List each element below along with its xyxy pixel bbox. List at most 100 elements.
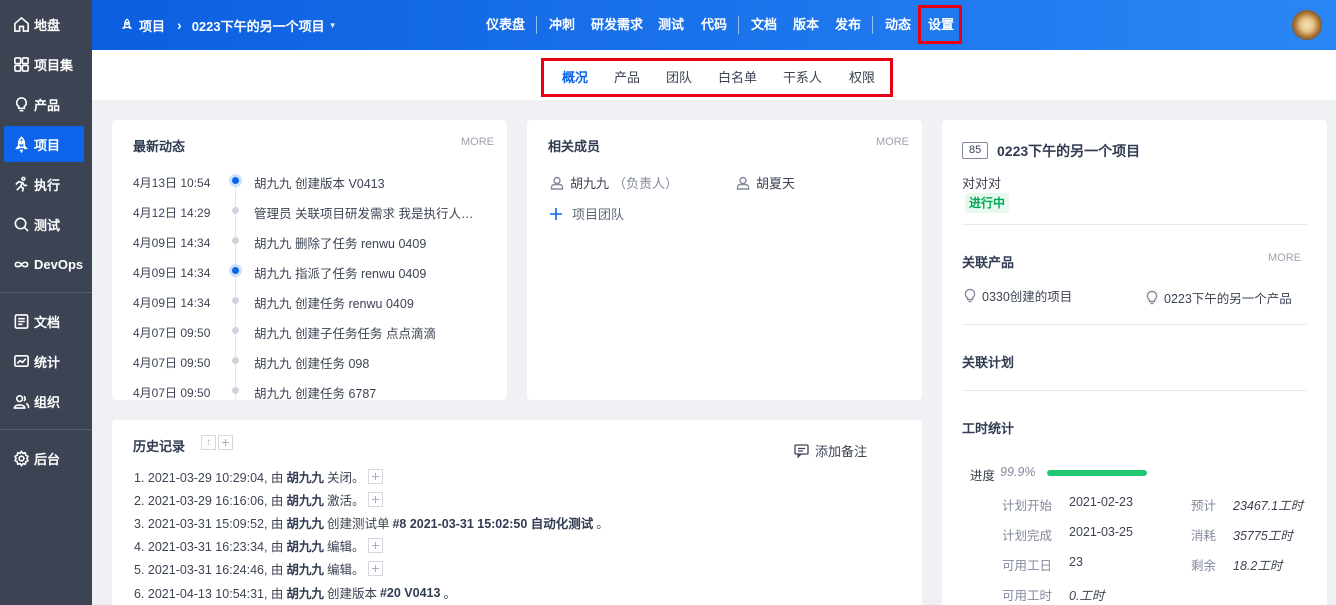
nav-test[interactable]: 测试 [658,14,684,36]
sidebar-item-admin[interactable]: 后台 [4,440,84,476]
timeline-dot [229,174,242,187]
sidebar-item-label: 项目集 [34,57,74,73]
workhours-label: 可用工时 [1002,589,1053,603]
sidebar-item-test[interactable]: 测试 [4,206,84,242]
member-name: 胡夏天 [756,176,796,191]
subnav-highlight-box [541,58,893,97]
expand-entry-icon[interactable] [368,492,384,507]
run-icon [12,175,30,193]
project-team-link[interactable]: 项目团队 [548,204,624,223]
member-name: 胡九九 [570,176,610,191]
members-more-link[interactable]: MORE [876,136,909,148]
activity-text[interactable]: 胡九九 指派了任务 renwu 0409 [254,263,479,282]
nav-doc[interactable]: 文档 [751,14,777,36]
history-text: 2. 2021-03-29 16:16:06, 由 [134,494,284,508]
left-value: 18.2工时 [1233,559,1283,573]
sidebar-item-label: 执行 [34,177,61,193]
activity-time: 4月12日 14:29 [133,206,211,220]
sidebar-item-dashboard[interactable]: 地盘 [4,6,84,42]
activity-time: 4月07日 09:50 [133,356,211,370]
activity-text[interactable]: 胡九九 创建版本 V0413 [254,173,479,192]
nav-release[interactable]: 发布 [835,14,861,36]
estimate-value: 23467.1工时 [1233,499,1304,513]
member-item[interactable]: 胡九九 （负责人） [550,173,678,192]
workhours-value: 0.工时 [1069,589,1105,603]
estimate-label: 预计 [1191,499,1217,513]
related-plans-title: 关联计划 [962,355,1015,370]
products-more-link[interactable]: MORE [1268,252,1301,264]
sidebar-item-execution[interactable]: 执行 [4,166,84,202]
activity-more-link[interactable]: MORE [461,136,494,148]
divider [962,324,1307,325]
members-title: 相关成员 [548,139,601,154]
history-object-link[interactable]: #8 2021-03-31 15:02:50 自动化测试 [392,513,593,532]
sidebar-item-product[interactable]: 产品 [4,86,84,122]
related-product-item[interactable]: 0330创建的项目 [963,286,1072,305]
nav-sprint[interactable]: 冲刺 [549,14,575,36]
workdays-label: 可用工日 [1002,559,1053,573]
add-note-label: 添加备注 [815,444,868,459]
nav-story[interactable]: 研发需求 [591,14,643,36]
activity-card: 最新动态 MORE 4月13日 10:54 胡九九 创建版本 V0413 4月1… [112,120,507,400]
nav-separator [536,16,537,34]
sidebar-item-project[interactable]: 项目 [4,126,84,162]
activity-text[interactable]: 胡九九 创建任务 renwu 0409 [254,293,479,312]
sidebar-item-doc[interactable]: 文档 [4,303,84,339]
expand-entry-icon[interactable] [368,561,384,576]
people-icon [12,392,30,410]
activity-time: 4月07日 09:50 [133,326,211,340]
sidebar-item-label: 后台 [34,451,61,467]
history-object-link[interactable]: #20 V0413 [380,586,440,600]
history-action: 关闭。 [326,471,365,485]
activity-text[interactable]: 管理员 关联项目研发需求 我是执行人员我... [254,203,479,222]
timeline-dot [232,357,239,364]
rocket-icon [12,135,30,153]
nav-code[interactable]: 代码 [701,14,727,36]
settings-highlight-box [918,5,962,44]
expand-entry-icon[interactable] [368,538,384,553]
history-text: 5. 2021-03-31 16:24:46, 由 [134,563,284,577]
activity-text[interactable]: 胡九九 创建任务 6787 [254,383,479,400]
project-name: 0223下午的另一个项目 [997,143,1141,159]
history-user: 胡九九 [286,540,324,554]
home-icon [12,15,30,33]
nav-dynamic[interactable]: 动态 [885,14,911,36]
related-product-item[interactable]: 0223下午的另一个产品 [1145,288,1292,307]
sidebar-item-label: 地盘 [34,17,61,33]
breadcrumb-current[interactable]: 0223下午的另一个项目 [192,16,325,35]
sidebar-item-report[interactable]: 统计 [4,343,84,379]
sidebar-item-program[interactable]: 项目集 [4,46,84,82]
sidebar-item-devops[interactable]: DevOps [4,246,84,282]
status-badge: 进行中 [965,193,1010,213]
sub-nav: 概况 产品 团队 白名单 干系人 权限 [92,50,1336,100]
activity-text[interactable]: 胡九九 删除了任务 renwu 0409 [254,233,479,252]
rocket-icon [120,18,134,32]
sort-up-icon[interactable]: ↑ [201,435,216,450]
sidebar-item-company[interactable]: 组织 [4,383,84,419]
sidebar-item-label: DevOps [34,256,84,272]
consumed-label: 消耗 [1191,529,1217,543]
add-note-button[interactable]: 添加备注 [794,441,867,460]
progress-bar-fill [1047,470,1147,476]
avatar[interactable] [1292,10,1322,40]
nav-dashboard[interactable]: 仪表盘 [486,14,525,36]
expand-all-icon[interactable] [218,435,233,450]
magnifier-icon [12,215,30,233]
sidebar-divider [0,292,92,293]
sidebar-item-label: 产品 [34,97,61,113]
expand-entry-icon[interactable] [368,469,384,484]
activity-text[interactable]: 胡九九 创建任务 098 [254,353,479,372]
product-name: 0223下午的另一个产品 [1164,292,1292,306]
sidebar-divider [0,429,92,430]
nav-build[interactable]: 版本 [793,14,819,36]
divider [962,224,1307,225]
breadcrumb-root[interactable]: 项目 [139,16,165,35]
history-text: 1. 2021-03-29 10:29:04, 由 [134,471,284,485]
activity-text[interactable]: 胡九九 创建子任务任务 点点滴滴 [254,323,479,342]
history-tail: 。 [596,517,609,531]
history-action: 编辑。 [326,563,365,577]
member-item[interactable]: 胡夏天 [736,173,795,192]
product-name: 0330创建的项目 [982,290,1073,304]
plan-end-value: 2021-03-25 [1069,525,1133,539]
caret-down-icon[interactable]: ▼ [329,21,337,30]
